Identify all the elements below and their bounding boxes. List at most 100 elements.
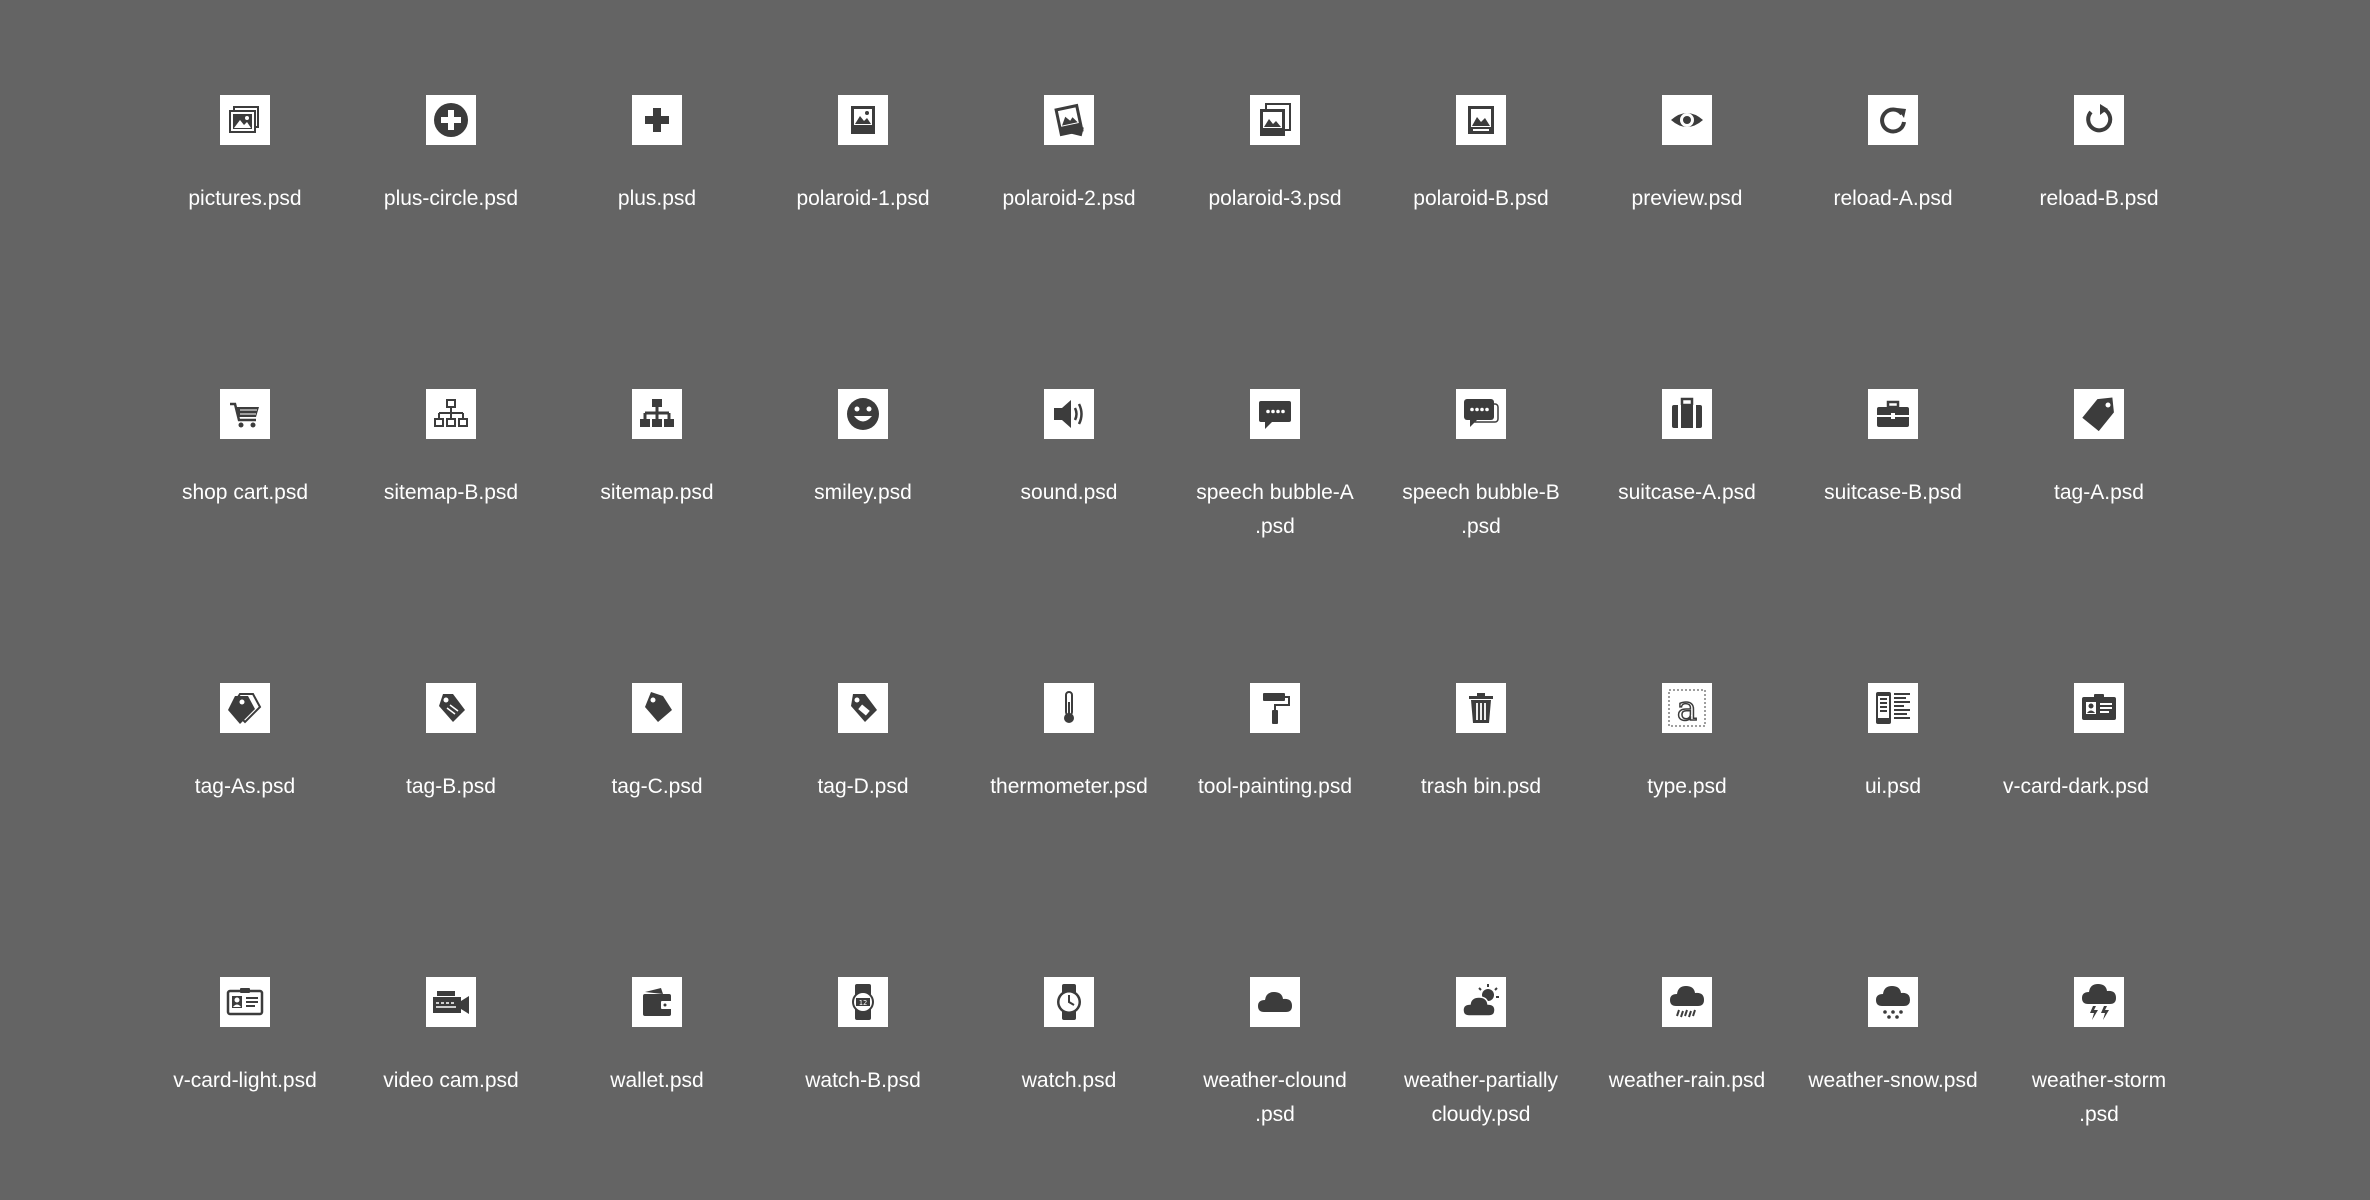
suitcase-a-icon	[1672, 397, 1702, 428]
file-item[interactable]: suitcase-A.psd	[1587, 389, 1787, 510]
file-item[interactable]: tag-As.psd	[145, 683, 345, 804]
file-thumbnail[interactable]	[632, 95, 682, 145]
file-thumbnail[interactable]	[1868, 683, 1918, 733]
weather-cloud-icon	[1258, 992, 1292, 1012]
file-item[interactable]: plus-circle.psd	[351, 95, 551, 216]
file-thumbnail[interactable]	[426, 95, 476, 145]
file-thumbnail[interactable]	[1044, 683, 1094, 733]
file-thumbnail[interactable]	[220, 389, 270, 439]
file-item[interactable]: smiley.psd	[763, 389, 963, 510]
file-item[interactable]: polaroid-3.psd	[1175, 95, 1375, 216]
file-thumbnail[interactable]	[838, 683, 888, 733]
file-item[interactable]: sitemap.psd	[557, 389, 757, 510]
file-name-label: speech bubble-A .psd	[1175, 476, 1375, 544]
file-item[interactable]: video cam.psd	[351, 977, 551, 1098]
file-thumbnail[interactable]	[220, 683, 270, 733]
file-thumbnail[interactable]	[1456, 389, 1506, 439]
file-item[interactable]: shop cart.psd	[145, 389, 345, 510]
file-thumbnail[interactable]	[2074, 977, 2124, 1027]
file-name-label: video cam.psd	[351, 1064, 551, 1098]
file-name-label: tag-B.psd	[351, 770, 551, 804]
file-item[interactable]: reload-A.psd	[1793, 95, 1993, 216]
file-item[interactable]: pictures.psd	[145, 95, 345, 216]
file-item[interactable]: sound.psd	[969, 389, 1169, 510]
file-thumbnail[interactable]	[1250, 977, 1300, 1027]
file-thumbnail[interactable]	[426, 977, 476, 1027]
file-item[interactable]: wallet.psd	[557, 977, 757, 1098]
thermometer-icon	[1064, 691, 1074, 723]
file-thumbnail[interactable]	[1044, 95, 1094, 145]
file-item[interactable]: weather-storm .psd	[1999, 977, 2199, 1132]
file-item[interactable]: 12 watch-B.psd	[763, 977, 963, 1098]
file-item[interactable]: preview.psd	[1587, 95, 1787, 216]
file-thumbnail[interactable]	[838, 389, 888, 439]
file-item[interactable]: tag-C.psd	[557, 683, 757, 804]
file-item[interactable]: tag-B.psd	[351, 683, 551, 804]
file-item[interactable]: sitemap-B.psd	[351, 389, 551, 510]
file-thumbnail[interactable]	[1662, 977, 1712, 1027]
file-item[interactable]: watch.psd	[969, 977, 1169, 1098]
file-thumbnail[interactable]	[1456, 977, 1506, 1027]
file-thumbnail[interactable]	[426, 389, 476, 439]
file-thumbnail[interactable]	[220, 95, 270, 145]
file-item[interactable]: ui.psd	[1793, 683, 1993, 804]
file-thumbnail[interactable]	[1250, 95, 1300, 145]
file-name-line: polaroid-B.psd	[1413, 187, 1549, 210]
file-item[interactable]: polaroid-B.psd	[1381, 95, 1581, 216]
file-thumbnail[interactable]: 12	[838, 977, 888, 1027]
file-thumbnail[interactable]	[632, 389, 682, 439]
file-thumbnail[interactable]	[426, 683, 476, 733]
file-item[interactable]: weather-rain.psd	[1587, 977, 1787, 1098]
file-thumbnail[interactable]	[632, 683, 682, 733]
file-thumbnail[interactable]	[220, 977, 270, 1027]
file-thumbnail[interactable]	[1456, 683, 1506, 733]
file-name-line: weather-rain.psd	[1608, 1069, 1766, 1092]
file-name-line: thermometer.psd	[990, 775, 1148, 798]
file-thumbnail[interactable]	[1044, 389, 1094, 439]
file-thumbnail[interactable]	[2074, 683, 2124, 733]
plus-icon	[645, 108, 669, 132]
weather-rain-icon	[1670, 986, 1704, 1018]
polaroid-3-icon	[1260, 103, 1291, 136]
file-thumbnail[interactable]	[1044, 977, 1094, 1027]
file-thumbnail[interactable]	[1250, 389, 1300, 439]
tag-c-icon	[645, 692, 672, 722]
file-thumbnail[interactable]	[1868, 389, 1918, 439]
file-thumbnail[interactable]: a	[1662, 683, 1712, 733]
file-item[interactable]: tag-D.psd	[763, 683, 963, 804]
file-item[interactable]: weather-partially cloudy.psd	[1381, 977, 1581, 1132]
file-item[interactable]: v-card-dark.psd	[1999, 683, 2199, 804]
preview-eye-icon	[1671, 113, 1703, 127]
file-thumbnail[interactable]	[1868, 977, 1918, 1027]
file-thumbnail[interactable]	[1868, 95, 1918, 145]
svg-text:a: a	[1677, 689, 1697, 728]
file-thumbnail[interactable]	[2074, 389, 2124, 439]
file-item[interactable]: polaroid-1.psd	[763, 95, 963, 216]
file-thumbnail[interactable]	[1250, 683, 1300, 733]
file-name-label: sound.psd	[969, 476, 1169, 510]
file-item[interactable]: a type.psd	[1587, 683, 1787, 804]
file-item[interactable]: plus.psd	[557, 95, 757, 216]
file-name-label: weather-snow.psd	[1793, 1064, 1993, 1098]
file-thumbnail[interactable]	[632, 977, 682, 1027]
file-thumbnail[interactable]	[1662, 389, 1712, 439]
file-item[interactable]: weather-snow.psd	[1793, 977, 1993, 1098]
file-item[interactable]: speech bubble-B .psd	[1381, 389, 1581, 544]
file-item[interactable]: v-card-light.psd	[145, 977, 345, 1098]
file-thumbnail[interactable]	[1456, 95, 1506, 145]
file-item[interactable]: suitcase-B.psd	[1793, 389, 1993, 510]
file-item[interactable]: reload-B.psd	[1999, 95, 2199, 216]
file-name-line: speech bubble-A	[1196, 481, 1354, 504]
file-name-line: shop cart.psd	[181, 481, 309, 504]
file-item[interactable]: weather-clound .psd	[1175, 977, 1375, 1132]
file-item[interactable]: tag-A.psd	[1999, 389, 2199, 510]
file-item[interactable]: speech bubble-A .psd	[1175, 389, 1375, 544]
file-thumbnail[interactable]	[838, 95, 888, 145]
file-thumbnail[interactable]	[1662, 95, 1712, 145]
file-item[interactable]: tool-painting.psd	[1175, 683, 1375, 804]
file-name-label: suitcase-A.psd	[1587, 476, 1787, 510]
file-thumbnail[interactable]	[2074, 95, 2124, 145]
file-item[interactable]: polaroid-2.psd	[969, 95, 1169, 216]
file-item[interactable]: thermometer.psd	[969, 683, 1169, 804]
file-item[interactable]: trash bin.psd	[1381, 683, 1581, 804]
